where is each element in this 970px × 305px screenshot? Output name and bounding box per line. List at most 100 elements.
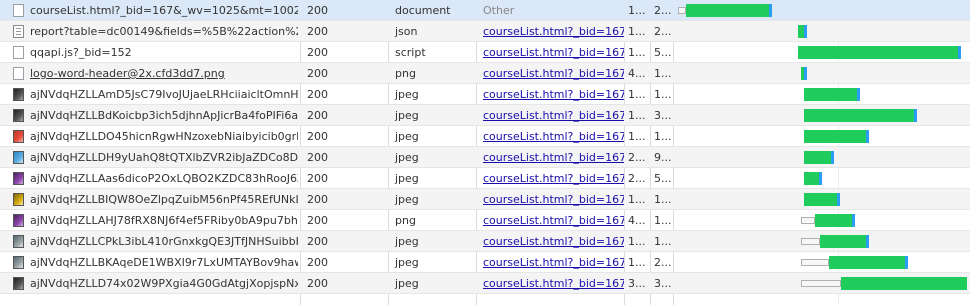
request-status: 200: [307, 277, 328, 290]
initiator-link[interactable]: courseList.html?_bid=167...: [483, 235, 624, 248]
initiator-link[interactable]: courseList.html?_bid=167...: [483, 214, 624, 227]
initiator-link[interactable]: courseList.html?_bid=167...: [483, 172, 624, 185]
request-status: 200: [307, 109, 328, 122]
network-request-table: courseList.html?_bid=167&_wv=1025&mt=100…: [0, 0, 970, 305]
request-row[interactable]: qqapi.js?_bid=152 200 script courseList.…: [0, 42, 970, 63]
waterfall-receiving-bar: [804, 193, 837, 206]
request-initiator: Other: [477, 0, 624, 21]
request-name[interactable]: ajNVdqHZLLD74x02W9PXgia4G0GdAtgjXopjspNx…: [30, 273, 298, 294]
request-name-cell[interactable]: ajNVdqHZLLAmD5JsC79IvoJUjaeLRHciiaicltOm…: [0, 84, 300, 105]
request-waterfall: [674, 147, 970, 168]
request-name-cell[interactable]: logo-word-header@2x.cfd3dd7.png: [0, 63, 300, 84]
request-name[interactable]: ajNVdqHZLLBIQW8OeZlpqZuibM56nPf45REfUNkL…: [30, 189, 298, 210]
request-time: 1...: [654, 67, 672, 80]
request-waterfall: [674, 210, 970, 231]
request-size: 1...: [628, 256, 646, 269]
request-time: 1...: [654, 130, 672, 143]
request-type: document: [395, 4, 451, 17]
initiator-link[interactable]: courseList.html?_bid=167...: [483, 130, 624, 143]
request-type: jpeg: [395, 151, 419, 164]
request-name[interactable]: ajNVdqHZLLAas6dicoP2OxLQBO2KZDC83hRooJ6Z…: [30, 168, 298, 189]
request-row[interactable]: courseList.html?_bid=167&_wv=1025&mt=100…: [0, 0, 970, 21]
request-name-cell[interactable]: ajNVdqHZLLBKAqeDE1WBXI9r7LxUMTAYBov9hawE…: [0, 252, 300, 273]
request-row[interactable]: ajNVdqHZLLCPkL3ibL410rGnxkgQE3JTfJNHSuib…: [0, 231, 970, 252]
request-row[interactable]: report?table=dc00149&fields=%5B%22action…: [0, 21, 970, 42]
request-initiator: courseList.html?_bid=167...: [477, 168, 624, 189]
request-name-cell[interactable]: courseList.html?_bid=167&_wv=1025&mt=100…: [0, 0, 300, 21]
request-name-cell[interactable]: ajNVdqHZLLAas6dicoP2OxLQBO2KZDC83hRooJ6Z…: [0, 168, 300, 189]
request-row[interactable]: ajNVdqHZLLBdKoicbp3ich5djhnApJicrBa4foPI…: [0, 105, 970, 126]
waterfall-receiving-bar: [814, 214, 852, 227]
request-row[interactable]: ajNVdqHZLLBIQW8OeZlpqZuibM56nPf45REfUNkL…: [0, 189, 970, 210]
request-name[interactable]: courseList.html?_bid=167&_wv=1025&mt=100…: [30, 0, 298, 21]
request-time: 5...: [654, 172, 672, 185]
request-size: 1...: [628, 130, 646, 143]
request-name-cell[interactable]: ajNVdqHZLLCPkL3ibL410rGnxkgQE3JTfJNHSuib…: [0, 231, 300, 252]
thumbnail-icon: [13, 109, 24, 122]
request-size: 4...: [628, 214, 646, 227]
initiator-link[interactable]: courseList.html?_bid=167...: [483, 25, 624, 38]
request-name-cell[interactable]: ajNVdqHZLLBIQW8OeZlpqZuibM56nPf45REfUNkL…: [0, 189, 300, 210]
request-name[interactable]: ajNVdqHZLLDH9yUahQ8tQTXlbZVR2ibJaZDCo8DO…: [30, 147, 298, 168]
request-type: jpeg: [395, 193, 419, 206]
initiator-link[interactable]: courseList.html?_bid=167...: [483, 67, 624, 80]
request-name-cell[interactable]: report?table=dc00149&fields=%5B%22action…: [0, 21, 300, 42]
request-name[interactable]: ajNVdqHZLLAmD5JsC79IvoJUjaeLRHciiaicltOm…: [30, 84, 298, 105]
request-size: 2...: [628, 172, 646, 185]
request-type: png: [395, 67, 416, 80]
initiator-link[interactable]: courseList.html?_bid=167...: [483, 88, 624, 101]
request-name-cell[interactable]: ajNVdqHZLLD74x02W9PXgia4G0GdAtgjXopjspNx…: [0, 273, 300, 294]
request-row[interactable]: ajNVdqHZLLBKAqeDE1WBXI9r7LxUMTAYBov9hawE…: [0, 252, 970, 273]
request-name[interactable]: logo-word-header@2x.cfd3dd7.png: [30, 63, 298, 84]
request-status: 200: [307, 25, 328, 38]
initiator-link[interactable]: courseList.html?_bid=167...: [483, 256, 624, 269]
request-status: 200: [307, 256, 328, 269]
request-initiator: courseList.html?_bid=167...: [477, 147, 624, 168]
request-name[interactable]: ajNVdqHZLLAHJ78fRX8NJ6f4ef5FRiby0bA9pu7b…: [30, 210, 298, 231]
initiator-link[interactable]: courseList.html?_bid=167...: [483, 151, 624, 164]
request-waterfall: [674, 84, 970, 105]
initiator-link[interactable]: courseList.html?_bid=167...: [483, 193, 624, 206]
request-name[interactable]: ajNVdqHZLLBKAqeDE1WBXI9r7LxUMTAYBov9hawE…: [30, 252, 298, 273]
request-name[interactable]: ajNVdqHZLLCPkL3ibL410rGnxkgQE3JTfJNHSuib…: [30, 231, 298, 252]
request-status: 200: [307, 151, 328, 164]
request-row[interactable]: ajNVdqHZLLDO45hicnRgwHNzoxebNiaibyicib0g…: [0, 126, 970, 147]
request-row[interactable]: ajNVdqHZLLAmD5JsC79IvoJUjaeLRHciiaicltOm…: [0, 84, 970, 105]
waterfall-download-tip: [866, 235, 870, 248]
request-type: jpeg: [395, 256, 419, 269]
request-name-cell[interactable]: ajNVdqHZLLBdKoicbp3ich5djhnApJicrBa4foPI…: [0, 105, 300, 126]
request-time: 3...: [654, 277, 672, 290]
request-status: 200: [307, 46, 328, 59]
request-name[interactable]: ajNVdqHZLLBdKoicbp3ich5djhnApJicrBa4foPI…: [30, 105, 298, 126]
request-initiator: courseList.html?_bid=167...: [477, 189, 624, 210]
request-name-cell[interactable]: ajNVdqHZLLDO45hicnRgwHNzoxebNiaibyicib0g…: [0, 126, 300, 147]
waterfall-waiting-bar: [801, 217, 815, 224]
request-initiator: courseList.html?_bid=167...: [477, 231, 624, 252]
request-name-cell[interactable]: ajNVdqHZLLAHJ78fRX8NJ6f4ef5FRiby0bA9pu7b…: [0, 210, 300, 231]
request-waterfall: [674, 252, 970, 273]
request-row[interactable]: ajNVdqHZLLAHJ78fRX8NJ6f4ef5FRiby0bA9pu7b…: [0, 210, 970, 231]
request-row[interactable]: ajNVdqHZLLAas6dicoP2OxLQBO2KZDC83hRooJ6Z…: [0, 168, 970, 189]
waterfall-download-tip: [857, 88, 861, 101]
request-waterfall: [674, 231, 970, 252]
request-size: 1...: [628, 46, 646, 59]
waterfall-receiving-bar: [686, 4, 769, 17]
request-row[interactable]: ajNVdqHZLLDH9yUahQ8tQTXlbZVR2ibJaZDCo8DO…: [0, 147, 970, 168]
waterfall-receiving-bar: [804, 109, 914, 122]
waterfall-download-tip: [804, 67, 808, 80]
request-waterfall: [674, 42, 970, 63]
request-name[interactable]: qqapi.js?_bid=152: [30, 42, 298, 63]
request-time: 5...: [654, 46, 672, 59]
request-name[interactable]: report?table=dc00149&fields=%5B%22action…: [30, 21, 298, 42]
initiator-link[interactable]: courseList.html?_bid=167...: [483, 109, 624, 122]
initiator-link[interactable]: courseList.html?_bid=167...: [483, 46, 624, 59]
request-time: 1...: [654, 214, 672, 227]
request-row[interactable]: ajNVdqHZLLD74x02W9PXgia4G0GdAtgjXopjspNx…: [0, 273, 970, 294]
request-time: 2...: [654, 25, 672, 38]
initiator-link[interactable]: courseList.html?_bid=167...: [483, 277, 624, 290]
request-row[interactable]: logo-word-header@2x.cfd3dd7.png 200 png …: [0, 63, 970, 84]
request-name[interactable]: ajNVdqHZLLDO45hicnRgwHNzoxebNiaibyicib0g…: [30, 126, 298, 147]
request-name-cell[interactable]: qqapi.js?_bid=152: [0, 42, 300, 63]
request-name-cell[interactable]: ajNVdqHZLLDH9yUahQ8tQTXlbZVR2ibJaZDCo8DO…: [0, 147, 300, 168]
waterfall-download-tip: [819, 172, 822, 185]
